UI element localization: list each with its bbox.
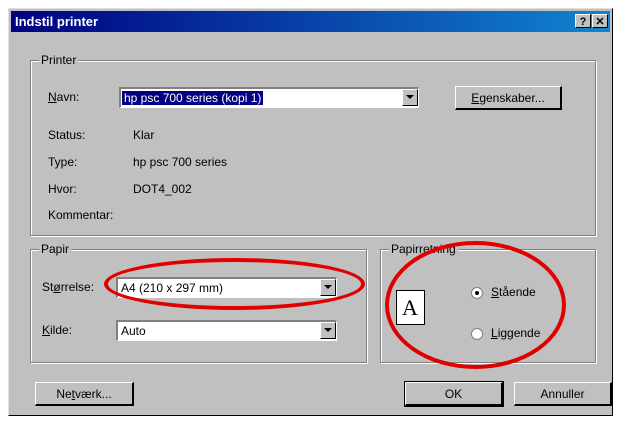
printer-group: Printer Navn: hp psc 700 series (kopi 1)… bbox=[30, 53, 596, 236]
where-label: Hvor: bbox=[48, 182, 77, 196]
printer-name-label: Navn: bbox=[48, 90, 80, 104]
printer-group-legend: Printer bbox=[39, 53, 79, 67]
printer-name-value: hp psc 700 series (kopi 1) bbox=[122, 91, 264, 105]
paper-source-dropdown-button[interactable] bbox=[320, 322, 336, 339]
paper-source-select[interactable]: Auto bbox=[116, 320, 337, 341]
chevron-down-icon bbox=[406, 95, 414, 99]
status-value: Klar bbox=[133, 128, 155, 142]
chevron-down-icon bbox=[324, 328, 332, 332]
help-button[interactable]: ? bbox=[575, 14, 591, 28]
comment-label: Kommentar: bbox=[48, 208, 114, 222]
cancel-button[interactable]: Annuller bbox=[514, 382, 612, 406]
where-value: DOT4_002 bbox=[133, 182, 192, 196]
printer-name-dropdown-button[interactable] bbox=[402, 89, 418, 106]
network-button[interactable]: Netværk... bbox=[35, 382, 134, 406]
type-label: Type: bbox=[48, 155, 78, 169]
ok-button[interactable]: OK bbox=[404, 381, 504, 407]
paper-source-label: Kilde: bbox=[42, 323, 73, 337]
dialog-title: Indstil printer bbox=[15, 14, 99, 29]
paper-source-value: Auto bbox=[121, 324, 146, 338]
printer-name-select[interactable]: hp psc 700 series (kopi 1) bbox=[119, 87, 419, 108]
title-bar: Indstil printer ? ✕ bbox=[11, 11, 610, 32]
paper-size-label: Størrelse: bbox=[42, 280, 95, 294]
type-value: hp psc 700 series bbox=[133, 155, 228, 169]
annotation-ellipse-orientation bbox=[385, 241, 566, 369]
paper-group-legend: Papir bbox=[39, 242, 72, 256]
close-button[interactable]: ✕ bbox=[592, 14, 608, 28]
status-label: Status: bbox=[48, 128, 86, 142]
annotation-ellipse-paper-size bbox=[104, 258, 365, 310]
properties-button[interactable]: Egenskaber... bbox=[455, 86, 562, 110]
